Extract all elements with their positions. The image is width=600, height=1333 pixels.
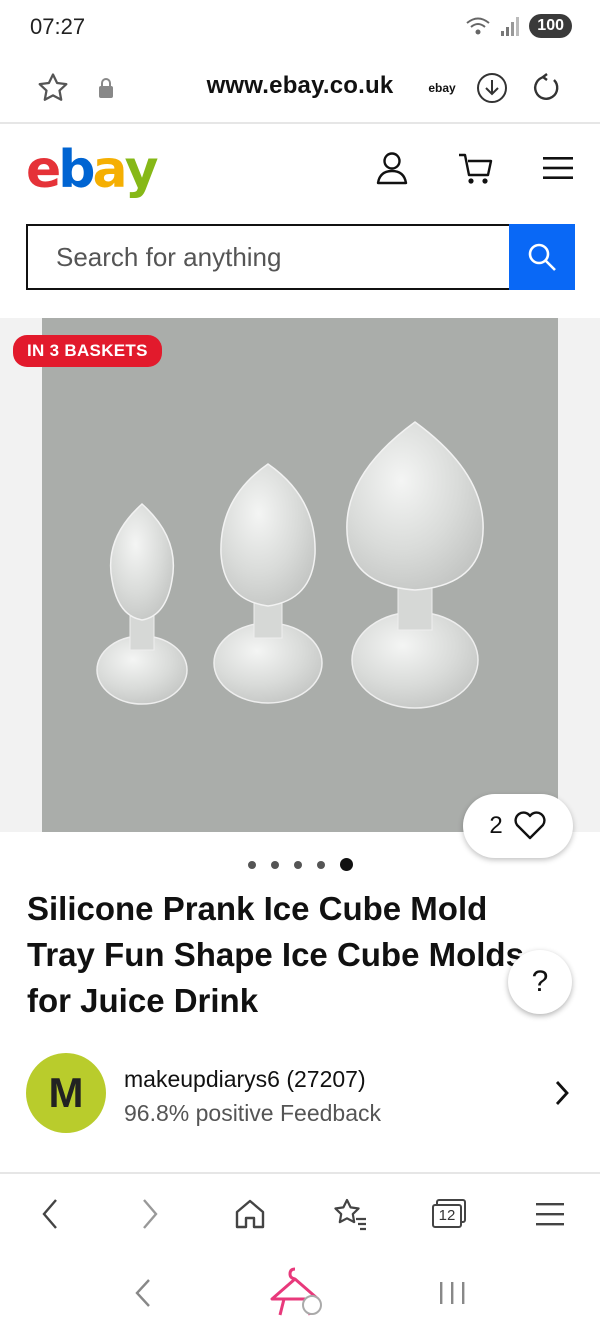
battery-indicator: 100 <box>529 14 572 38</box>
seller-avatar: M <box>26 1053 106 1133</box>
search-bar: Search for anything <box>26 224 575 290</box>
help-button[interactable]: ? <box>508 950 572 1014</box>
browser-menu-button[interactable] <box>500 1176 600 1252</box>
cart-icon[interactable] <box>453 146 497 190</box>
status-time: 07:27 <box>30 14 86 39</box>
account-icon[interactable] <box>370 146 414 190</box>
browser-forward-button[interactable] <box>100 1176 200 1252</box>
download-icon[interactable] <box>472 68 512 108</box>
site-header: ebay <box>0 126 600 218</box>
browser-bottom-nav: 12 <box>0 1176 600 1252</box>
baskets-badge: IN 3 BASKETS <box>13 335 162 367</box>
status-icons: 100 <box>465 14 572 38</box>
gallery-pagination <box>248 858 353 871</box>
site-badge: ebay <box>428 81 456 95</box>
system-navigation <box>0 1252 600 1333</box>
search-icon <box>528 243 556 271</box>
browser-address-bar: www.ebay.co.uk ebay <box>0 56 600 124</box>
site-logo-icon: ebay <box>422 68 462 108</box>
logo-letter-a: a <box>92 140 128 200</box>
heart-icon <box>514 811 546 840</box>
help-icon: ? <box>531 965 549 998</box>
pagination-dot[interactable] <box>317 860 325 869</box>
pagination-dot[interactable] <box>248 860 256 869</box>
seller-name: makeupdiarys6 (27207) <box>124 1066 366 1092</box>
back-icon <box>42 1199 57 1229</box>
browser-tabs-button[interactable]: 12 <box>400 1176 500 1252</box>
watch-button[interactable]: 2 <box>463 794 573 858</box>
browser-home-button[interactable] <box>200 1176 300 1252</box>
seller-info[interactable]: M makeupdiarys6 (27207) 96.8% positive F… <box>0 1050 600 1140</box>
browser-back-button[interactable] <box>0 1176 100 1252</box>
logo-letter-b: b <box>58 140 95 200</box>
seller-feedback: 96.8% positive Feedback <box>124 1100 381 1126</box>
product-title: Silicone Prank Ice Cube Mold Tray Fun Sh… <box>27 890 524 1019</box>
wifi-icon <box>466 17 490 35</box>
menu-icon <box>536 1203 564 1226</box>
reload-icon[interactable] <box>526 68 566 108</box>
system-back-icon[interactable] <box>133 1277 153 1309</box>
tabs-icon: 12 <box>432 1199 468 1229</box>
hamburger-menu-icon[interactable] <box>536 146 580 190</box>
logo-letter-y: y <box>124 140 159 200</box>
bookmarks-icon <box>334 1198 366 1231</box>
image-gallery[interactable] <box>0 318 600 832</box>
pagination-dot[interactable] <box>271 860 279 869</box>
signal-icon <box>501 17 520 36</box>
search-input[interactable]: Search for anything <box>26 224 509 290</box>
tab-count: 12 <box>432 1204 462 1228</box>
assistant-icon[interactable] <box>260 1263 330 1323</box>
ebay-logo[interactable]: ebay <box>26 140 159 200</box>
divider <box>0 1172 600 1174</box>
home-icon <box>235 1199 265 1229</box>
search-button[interactable] <box>509 224 575 290</box>
chevron-right-icon <box>555 1081 569 1105</box>
recent-apps-icon[interactable] <box>437 1280 467 1306</box>
status-bar: 07:27 100 <box>0 0 600 56</box>
product-image[interactable] <box>42 318 558 832</box>
pagination-dot-active[interactable] <box>340 858 353 871</box>
logo-letter-e: e <box>26 140 61 200</box>
forward-icon <box>143 1199 158 1229</box>
browser-bookmarks-button[interactable] <box>300 1176 400 1252</box>
watch-count: 2 <box>489 812 503 839</box>
pagination-dot[interactable] <box>294 860 302 869</box>
